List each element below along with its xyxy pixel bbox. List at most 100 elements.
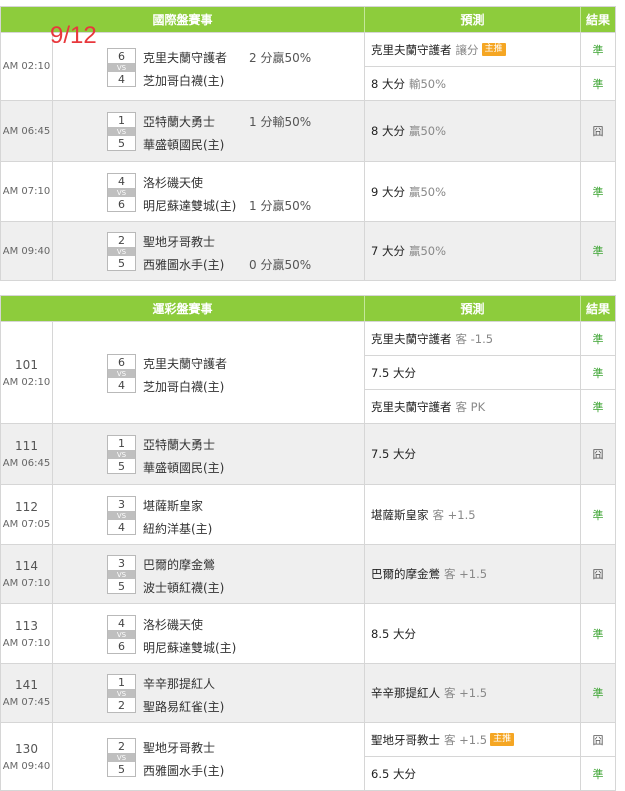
match-teams-cell: 4 VS 6 洛杉磯天使明尼蘇達雙城(主) 1 分贏50%: [53, 162, 365, 221]
lottery-header: 運彩盤賽事 預測 結果: [1, 296, 615, 321]
team2-score: 4: [118, 378, 125, 392]
prediction-result: 囧: [592, 125, 604, 138]
prediction-result: 準: [592, 687, 604, 700]
prediction-text: 堪薩斯皇家客 +1.5: [365, 485, 581, 544]
recommended-badge: 主推: [481, 43, 506, 56]
vs-label: VS: [108, 450, 135, 459]
match-teams-cell: 1 VS 5 亞特蘭大勇士 華盛頓國民(主): [53, 424, 365, 484]
prediction-result: 準: [592, 332, 604, 346]
match-time-cell: AM 06:45: [1, 101, 53, 161]
recommended-badge: 主推: [490, 733, 515, 746]
team1-score: 3: [118, 556, 125, 570]
match-time-cell: AM 09:40: [1, 222, 53, 280]
prediction-result: 準: [592, 627, 604, 641]
prediction-text: 聖地牙哥教士客 +1.5 主推: [365, 723, 581, 756]
match-time: AM 06:45: [2, 458, 51, 469]
prediction-text: 克里夫蘭守護者 讓分 主推: [365, 33, 581, 66]
match-time-cell: 114 AM 07:10: [1, 545, 53, 603]
match-number: 112: [15, 499, 38, 514]
score-box: 1 VS 5: [107, 112, 136, 151]
score-box: 1 VS 5: [107, 435, 136, 474]
match-number: 141: [15, 678, 38, 692]
prediction-pick: 8 大分: [371, 76, 405, 91]
match-number: 111: [15, 439, 38, 453]
prediction-cell: 克里夫蘭守護者 讓分 主推準 8 大分 輸50% 準: [365, 33, 615, 100]
prediction-pick: 克里夫蘭守護者: [371, 331, 452, 346]
match-number: 101: [15, 357, 38, 372]
prediction-text: 7 大分 贏50%: [365, 222, 581, 280]
lottery-header-prediction: 預測: [365, 296, 581, 321]
match-teams-cell: 2 VS 5 聖地牙哥教士 西雅圖水手(主) 0 分贏50%: [53, 222, 365, 280]
prediction-pick: 7.5 大分: [371, 365, 416, 380]
team2-score: 5: [118, 459, 125, 473]
match-time-cell: 111 AM 06:45: [1, 424, 53, 484]
team2-name: 華盛頓國民(主): [143, 138, 225, 152]
match-row: 141 AM 07:45 1 VS 2 辛辛那提紅人 聖路易紅雀(主) 辛辛那提紅人客 +1.…: [1, 663, 615, 722]
prediction-result: 囧: [592, 568, 604, 581]
prediction-cell: 聖地牙哥教士客 +1.5 主推囧 6.5 大分準: [365, 723, 615, 790]
team1-name: 亞特蘭大勇士: [143, 438, 216, 452]
match-row: 101 AM 02:10 6 VS 4 克里夫蘭守護者 芝加哥白襪(主) 克里夫蘭守護者客 -…: [1, 321, 615, 423]
handicap-result: 1 分贏50%: [249, 199, 312, 213]
prediction-cell: 堪薩斯皇家客 +1.5 準: [365, 485, 615, 544]
prediction-line: 9 大分 贏50% 準: [365, 162, 615, 221]
team2-score: 4: [118, 520, 125, 534]
lottery-header-match: 運彩盤賽事: [1, 296, 365, 321]
vs-label: VS: [108, 689, 135, 698]
prediction-text: 辛辛那提紅人客 +1.5: [365, 664, 581, 722]
match-teams-cell: 6 VS 4 克里夫蘭守護者 芝加哥白襪(主) 2 分贏50%: [53, 33, 365, 100]
match-time: AM 09:40: [2, 245, 51, 257]
team2-name: 西雅圖水手(主): [143, 764, 225, 778]
team1-score: 1: [118, 113, 125, 127]
match-time: AM 07:10: [2, 578, 51, 589]
vs-label: VS: [108, 630, 135, 639]
prediction-text: 巴爾的摩金鶯客 +1.5: [365, 545, 581, 603]
score-box: 2 VS 5: [107, 232, 136, 271]
team1-name: 克里夫蘭守護者: [143, 51, 228, 65]
match-time: AM 07:45: [2, 697, 51, 708]
match-time: AM 09:40: [2, 760, 51, 772]
prediction-result: 囧: [592, 448, 604, 461]
prediction-pick: 8.5 大分: [371, 626, 416, 641]
team2-score: 4: [118, 72, 125, 86]
prediction-text: 8.5 大分: [365, 604, 581, 663]
score-box: 6 VS 4: [107, 48, 136, 87]
prediction-odds: 客 +1.5: [432, 507, 476, 522]
prediction-text: 克里夫蘭守護者客 -1.5: [365, 322, 581, 355]
team2-score: 5: [118, 579, 125, 593]
prediction-cell: 9 大分 贏50% 準: [365, 162, 615, 221]
prediction-pick: 堪薩斯皇家: [371, 507, 429, 522]
handicap-result: 1 分輸50%: [249, 115, 312, 129]
prediction-pick: 辛辛那提紅人: [371, 686, 440, 700]
prediction-pick: 克里夫蘭守護者: [371, 42, 452, 57]
prediction-result: 準: [592, 366, 604, 380]
team1-name: 亞特蘭大勇士: [143, 115, 216, 129]
prediction-cell: 7 大分 贏50% 準: [365, 222, 615, 280]
team1-name: 辛辛那提紅人: [143, 677, 216, 691]
prediction-odds: 客 +1.5: [444, 732, 488, 747]
prediction-result: 準: [592, 767, 604, 781]
score-box: 4 VS 6: [107, 173, 136, 212]
team1-name: 洛杉磯天使: [143, 176, 204, 190]
team1-score: 6: [118, 49, 125, 63]
prediction-result: 準: [592, 508, 604, 522]
team2-name: 明尼蘇達雙城(主): [143, 199, 237, 213]
team2-score: 2: [118, 698, 125, 712]
score-box: 6 VS 4: [107, 354, 136, 393]
match-teams-cell: 4 VS 6 洛杉磯天使 明尼蘇達雙城(主): [53, 604, 365, 663]
match-teams-cell: 3 VS 5 巴爾的摩金鶯 波士頓紅襪(主): [53, 545, 365, 603]
prediction-line: 8 大分 贏50% 囧: [365, 101, 615, 161]
team1-name: 聖地牙哥教士: [143, 741, 216, 755]
match-time-cell: 112 AM 07:05: [1, 485, 53, 544]
prediction-line: 8.5 大分 準: [365, 604, 615, 663]
match-time: AM 07:10: [2, 186, 51, 197]
prediction-pick: 7.5 大分: [371, 447, 416, 461]
match-time-cell: 113 AM 07:10: [1, 604, 53, 663]
team1-score: 1: [118, 436, 125, 450]
prediction-pick: 9 大分: [371, 184, 405, 199]
prediction-pick: 巴爾的摩金鶯: [371, 567, 440, 581]
prediction-text: 7.5 大分: [365, 356, 581, 389]
prediction-cell: 辛辛那提紅人客 +1.5 準: [365, 664, 615, 722]
team1-score: 6: [118, 355, 125, 369]
match-time: AM 07:05: [2, 518, 51, 530]
